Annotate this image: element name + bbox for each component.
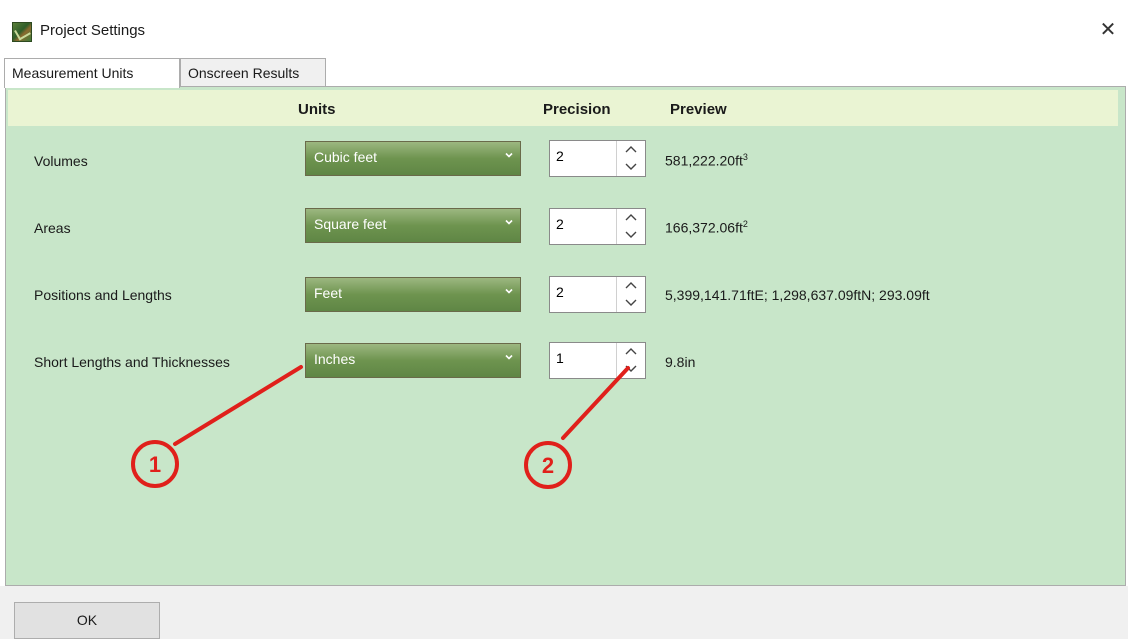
tab-measurement-units[interactable]: Measurement Units — [4, 58, 180, 88]
volumes-unit-dropdown[interactable]: Cubic feet — [305, 141, 521, 176]
spinner-buttons — [616, 277, 645, 312]
areas-preview: 166,372.06ft2 — [665, 219, 748, 236]
dropdown-value: Feet — [314, 285, 343, 301]
row-label-positions-lengths: Positions and Lengths — [34, 287, 172, 303]
preview-header: Preview — [670, 101, 727, 118]
window-title: Project Settings — [40, 22, 146, 39]
title-bar: Project Settings ✕ — [0, 0, 1128, 58]
chevron-down-icon[interactable] — [624, 363, 638, 373]
chevron-down-icon[interactable] — [624, 161, 638, 171]
dropdown-value: Inches — [314, 351, 356, 367]
row-label-areas: Areas — [34, 220, 71, 236]
chevron-up-icon[interactable] — [624, 213, 638, 223]
short-lengths-precision-spinner[interactable]: 1 — [549, 342, 646, 379]
chevron-down-icon[interactable] — [624, 229, 638, 239]
chevron-up-icon[interactable] — [624, 145, 638, 155]
chevron-down-icon — [505, 288, 513, 294]
dialog-footer — [0, 586, 1128, 639]
dropdown-value: Cubic feet — [314, 149, 378, 165]
volumes-precision-spinner[interactable]: 2 — [549, 140, 646, 177]
row-label-short-lengths: Short Lengths and Thicknesses — [34, 354, 230, 370]
ok-button[interactable]: OK — [14, 602, 160, 639]
chevron-down-icon — [505, 354, 513, 360]
chevron-down-icon[interactable] — [624, 297, 638, 307]
positions-preview: 5,399,141.71ftE; 1,298,637.09ftN; 293.09… — [665, 287, 930, 303]
spinner-buttons — [616, 343, 645, 378]
chevron-down-icon — [505, 152, 513, 158]
positions-unit-dropdown[interactable]: Feet — [305, 277, 521, 312]
spinner-buttons — [616, 209, 645, 244]
positions-precision-spinner[interactable]: 2 — [549, 276, 646, 313]
units-header: Units — [298, 101, 336, 118]
tab-onscreen-results[interactable]: Onscreen Results — [180, 58, 326, 86]
row-label-volumes: Volumes — [34, 153, 88, 169]
chevron-down-icon — [505, 219, 513, 225]
spinner-value: 2 — [556, 284, 564, 300]
chevron-up-icon[interactable] — [624, 281, 638, 291]
spinner-value: 2 — [556, 216, 564, 232]
short-lengths-preview: 9.8in — [665, 354, 696, 370]
table-header: Units Precision Preview — [8, 90, 1118, 126]
dropdown-value: Square feet — [314, 216, 387, 232]
volumes-preview: 581,222.20ft3 — [665, 152, 748, 169]
areas-precision-spinner[interactable]: 2 — [549, 208, 646, 245]
spinner-value: 2 — [556, 148, 564, 164]
precision-header: Precision — [543, 101, 611, 118]
app-logo-icon — [12, 22, 32, 42]
close-button[interactable]: ✕ — [1088, 14, 1128, 46]
areas-unit-dropdown[interactable]: Square feet — [305, 208, 521, 243]
chevron-up-icon[interactable] — [624, 347, 638, 357]
short-lengths-unit-dropdown[interactable]: Inches — [305, 343, 521, 378]
spinner-buttons — [616, 141, 645, 176]
spinner-value: 1 — [556, 350, 564, 366]
